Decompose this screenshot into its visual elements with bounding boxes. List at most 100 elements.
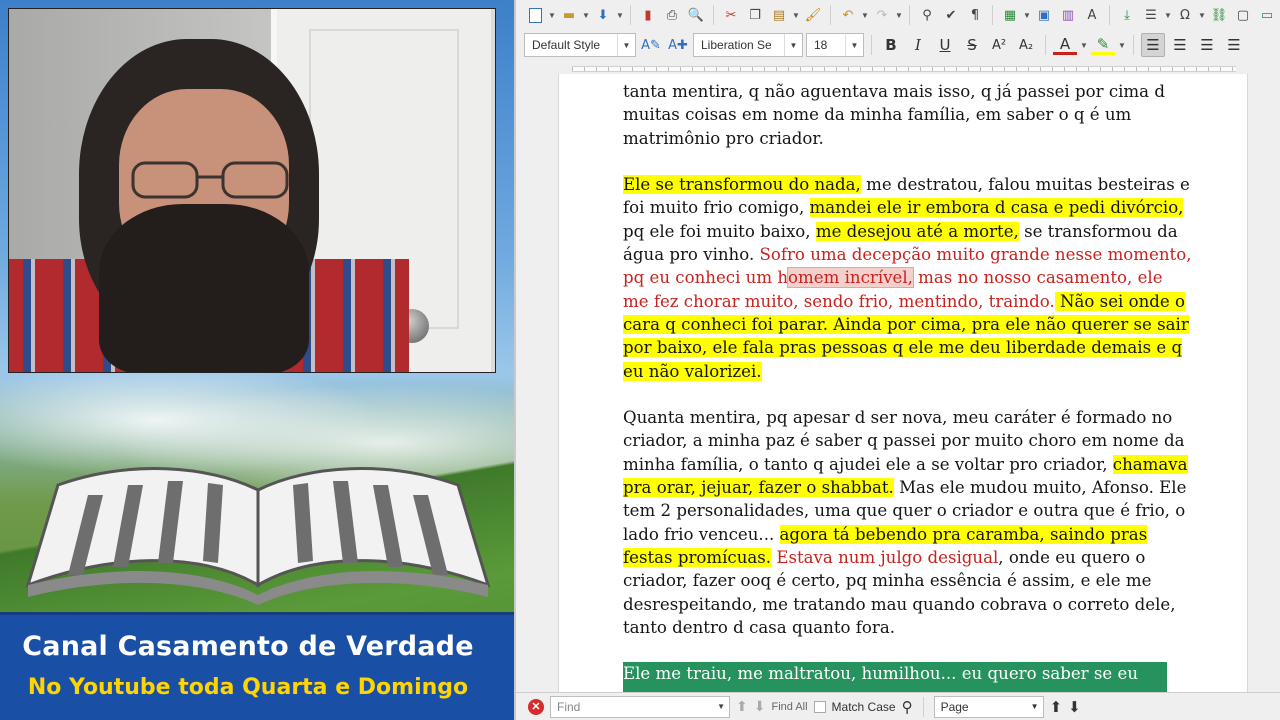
align-center-icon[interactable]: ☰ bbox=[1168, 33, 1192, 57]
print-icon[interactable]: ⎙ bbox=[661, 4, 683, 26]
paragraph-1[interactable]: tanta mentira, q não aguentava mais isso… bbox=[623, 80, 1193, 150]
special-character-icon[interactable]: Ω bbox=[1174, 4, 1196, 26]
writer-window: ▼ ▬ ▼ ⬇ ▼ ▮ ⎙ 🔍 ✂ ❐ ▤ ▼ 🖌 ↶ ▼ ↷ ▼ ⚲ ✔ ¶ ▦ ▼ ▣ … bbox=[514, 0, 1280, 720]
toolbar-divider bbox=[871, 35, 872, 55]
align-left-icon[interactable]: ☰ bbox=[1141, 33, 1165, 57]
font-color-icon[interactable]: A bbox=[1053, 35, 1077, 55]
paragraph-3[interactable]: Quanta mentira, pq apesar d ser nova, me… bbox=[623, 406, 1193, 639]
clone-formatting-icon[interactable]: 🖌 bbox=[802, 4, 824, 26]
presenter-beard bbox=[99, 204, 309, 372]
selected-text[interactable]: omem incrível, bbox=[787, 267, 914, 289]
paragraph-1-text: tanta mentira, q não aguentava mais isso… bbox=[623, 82, 1165, 148]
print-preview-icon[interactable]: 🔍 bbox=[685, 4, 707, 26]
find-next-icon[interactable]: ⬇ bbox=[754, 698, 766, 715]
comment-icon[interactable]: ▭ bbox=[1256, 4, 1278, 26]
match-case-checkbox[interactable] bbox=[813, 700, 826, 713]
channel-title: Canal Casamento de Verdade bbox=[22, 631, 474, 662]
find-previous-icon[interactable]: ⬆ bbox=[736, 698, 748, 715]
search-by-select[interactable]: Page ▼ bbox=[933, 695, 1044, 718]
chevron-down-icon[interactable]: ▼ bbox=[1118, 41, 1126, 50]
chevron-down-icon[interactable]: ▼ bbox=[845, 34, 863, 56]
find-input[interactable]: Find ▼ bbox=[550, 695, 730, 718]
formatting-marks-icon[interactable]: ¶ bbox=[964, 4, 986, 26]
navigate-down-icon[interactable]: ⬇ bbox=[1068, 698, 1081, 716]
find-all-button[interactable]: Find All bbox=[771, 701, 807, 713]
chevron-down-icon[interactable]: ▼ bbox=[1164, 11, 1172, 20]
find-replace-icon[interactable]: ⚲ bbox=[902, 698, 913, 716]
export-pdf-icon[interactable]: ▮ bbox=[637, 4, 659, 26]
document-body[interactable]: tanta mentira, q não aguentava mais isso… bbox=[623, 80, 1193, 692]
undo-icon[interactable]: ↶ bbox=[837, 4, 859, 26]
italic-icon[interactable]: I bbox=[906, 33, 930, 57]
insert-field-icon[interactable]: ☰ bbox=[1140, 4, 1162, 26]
font-name-value: Liberation Se bbox=[701, 38, 772, 52]
strikethrough-icon[interactable]: S bbox=[960, 33, 984, 57]
toolbar-divider bbox=[713, 5, 714, 25]
chevron-down-icon[interactable]: ▼ bbox=[1031, 702, 1039, 711]
text-span: Quanta mentira, pq apesar d ser nova, me… bbox=[623, 408, 1185, 474]
chevron-down-icon[interactable]: ▼ bbox=[861, 11, 869, 20]
chevron-down-icon[interactable]: ▼ bbox=[792, 11, 800, 20]
document-page[interactable]: tanta mentira, q não aguentava mais isso… bbox=[558, 74, 1248, 692]
find-placeholder: Find bbox=[557, 699, 581, 714]
chevron-down-icon[interactable]: ▼ bbox=[895, 11, 903, 20]
paragraph-2[interactable]: Ele se transformou do nada, me destratou… bbox=[623, 173, 1193, 383]
paragraph-4[interactable]: Ele me traiu, me maltratou, humilhou... … bbox=[623, 662, 1193, 692]
schedule-subtitle: No Youtube toda Quarta e Domingo bbox=[27, 675, 469, 700]
new-style-icon[interactable]: A✚ bbox=[666, 33, 690, 57]
underline-icon[interactable]: U bbox=[933, 33, 957, 57]
spelling-icon[interactable]: ✔ bbox=[940, 4, 962, 26]
text-span: pq ele foi muito baixo, bbox=[623, 221, 816, 241]
chevron-down-icon[interactable]: ▼ bbox=[1023, 11, 1031, 20]
chevron-down-icon[interactable]: ▼ bbox=[582, 11, 590, 20]
cut-icon[interactable]: ✂ bbox=[720, 4, 742, 26]
standard-toolbar: ▼ ▬ ▼ ⬇ ▼ ▮ ⎙ 🔍 ✂ ❐ ▤ ▼ 🖌 ↶ ▼ ↷ ▼ ⚲ ✔ ¶ ▦ ▼ ▣ … bbox=[516, 0, 1280, 30]
toolbar-divider bbox=[1045, 35, 1046, 55]
save-icon[interactable]: ⬇ bbox=[592, 4, 614, 26]
paragraph-style-select[interactable]: Default Style ▼ bbox=[524, 33, 636, 57]
font-size-select[interactable]: 18 ▼ bbox=[806, 33, 864, 57]
superscript-icon[interactable]: A² bbox=[987, 33, 1011, 57]
toolbar-divider bbox=[909, 5, 910, 25]
webcam-feed bbox=[8, 8, 496, 373]
insert-pagebreak-icon[interactable]: ⤓ bbox=[1116, 4, 1138, 26]
find-replace-icon[interactable]: ⚲ bbox=[916, 4, 938, 26]
open-book-logo bbox=[25, 467, 491, 605]
toolbar-divider bbox=[630, 5, 631, 25]
stream-overlay: Canal Casamento de Verdade No Youtube to… bbox=[0, 0, 514, 720]
channel-banner: Canal Casamento de Verdade No Youtube to… bbox=[0, 612, 514, 720]
insert-textbox-icon[interactable]: A bbox=[1081, 4, 1103, 26]
highlight-color-icon[interactable]: ✎ bbox=[1091, 35, 1115, 55]
align-right-icon[interactable]: ☰ bbox=[1195, 33, 1219, 57]
highlight-span: me desejou até a morte, bbox=[815, 221, 1019, 241]
new-document-icon[interactable] bbox=[524, 4, 546, 26]
chevron-down-icon[interactable]: ▼ bbox=[717, 702, 725, 711]
open-folder-icon[interactable]: ▬ bbox=[558, 4, 580, 26]
chevron-down-icon[interactable]: ▼ bbox=[548, 11, 556, 20]
bold-icon[interactable]: B bbox=[879, 33, 903, 57]
font-name-select[interactable]: Liberation Se ▼ bbox=[693, 33, 803, 57]
chevron-down-icon[interactable]: ▼ bbox=[1080, 41, 1088, 50]
horizontal-ruler[interactable] bbox=[556, 62, 1276, 74]
navigate-up-icon[interactable]: ⬆ bbox=[1050, 698, 1063, 716]
paste-icon[interactable]: ▤ bbox=[768, 4, 790, 26]
align-justify-icon[interactable]: ☰ bbox=[1222, 33, 1246, 57]
toolbar-divider bbox=[830, 5, 831, 25]
redo-icon[interactable]: ↷ bbox=[871, 4, 893, 26]
insert-table-icon[interactable]: ▦ bbox=[999, 4, 1021, 26]
update-style-icon[interactable]: A✎ bbox=[639, 33, 663, 57]
subscript-icon[interactable]: A₂ bbox=[1014, 33, 1038, 57]
red-text-span: Estava num julgo desigual bbox=[771, 547, 999, 567]
chevron-down-icon[interactable]: ▼ bbox=[617, 34, 635, 56]
glasses bbox=[131, 161, 289, 199]
insert-image-icon[interactable]: ▣ bbox=[1033, 4, 1055, 26]
footnote-icon[interactable]: ▢ bbox=[1232, 4, 1254, 26]
hyperlink-icon[interactable]: ⛓ bbox=[1208, 4, 1230, 26]
chevron-down-icon[interactable]: ▼ bbox=[1198, 11, 1206, 20]
insert-chart-icon[interactable]: ▥ bbox=[1057, 4, 1079, 26]
chevron-down-icon[interactable]: ▼ bbox=[616, 11, 624, 20]
copy-icon[interactable]: ❐ bbox=[744, 4, 766, 26]
font-size-value: 18 bbox=[814, 38, 828, 52]
chevron-down-icon[interactable]: ▼ bbox=[784, 34, 802, 56]
close-icon[interactable]: ✕ bbox=[528, 698, 544, 715]
